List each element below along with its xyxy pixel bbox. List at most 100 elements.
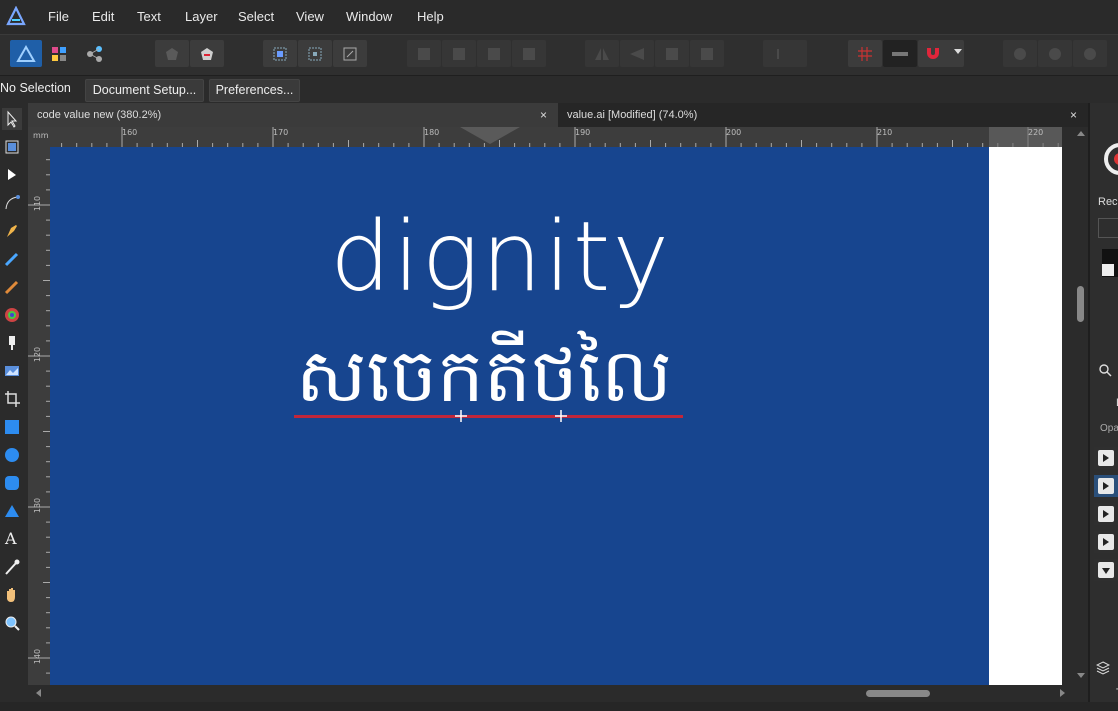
menu-text[interactable]: Text [137, 9, 161, 24]
pencil-tool[interactable] [2, 248, 22, 270]
align-dropdown-button[interactable] [763, 40, 807, 67]
bounding-box-icon [273, 47, 287, 60]
node-handle-icon[interactable] [554, 409, 568, 423]
scroll-down-arrow-icon[interactable] [1077, 673, 1085, 678]
fill-tool[interactable] [2, 304, 22, 326]
node-handle-icon[interactable] [454, 409, 468, 423]
crop-tool[interactable] [2, 388, 22, 410]
menu-view[interactable]: View [296, 9, 324, 24]
vertical-scrollbar[interactable] [1074, 127, 1088, 685]
export-persona-button[interactable] [82, 40, 108, 67]
vertical-ruler[interactable]: 110 120 130 140 [28, 147, 50, 685]
artistic-text-tool[interactable]: A [2, 528, 22, 550]
pen-tool[interactable] [2, 220, 22, 242]
color-wheel-icon[interactable] [1102, 137, 1118, 183]
layer-row[interactable] [1094, 503, 1118, 525]
send-backward-icon [453, 47, 465, 60]
menu-edit[interactable]: Edit [92, 9, 114, 24]
fill-swatch[interactable] [1102, 264, 1114, 276]
vector-brush-tool[interactable] [2, 276, 22, 298]
arrange-backward-button[interactable] [442, 40, 476, 67]
arrange-back-button[interactable] [407, 40, 441, 67]
menu-window[interactable]: Window [346, 9, 392, 24]
ellipse-tool[interactable] [2, 444, 22, 466]
flood-fill-button[interactable] [155, 40, 189, 67]
boolean-intersect-button[interactable] [1073, 40, 1107, 67]
layer-row[interactable] [1094, 531, 1118, 553]
artboard-tool[interactable] [2, 136, 22, 158]
pixel-persona-button[interactable] [46, 40, 72, 67]
play-arrow-icon [1103, 482, 1109, 490]
khmer-text[interactable]: សចេកតីថលៃ [296, 339, 672, 413]
document-canvas[interactable]: dignity សចេកតីថលៃ [50, 147, 1062, 685]
ruler-corner[interactable]: mm [28, 127, 50, 147]
logo-swatch-icon[interactable] [1098, 218, 1118, 238]
move-tool[interactable] [2, 108, 22, 130]
zoom-tool[interactable] [2, 612, 22, 634]
arrange-forward-button[interactable] [477, 40, 511, 67]
english-text[interactable]: dignity [330, 209, 671, 305]
preferences-button[interactable]: Preferences... [209, 79, 300, 102]
horizontal-ruler[interactable]: 160 170 180 190 200 210 220 [28, 127, 1062, 147]
affinity-logo-icon[interactable] [6, 6, 26, 26]
menu-file[interactable]: File [48, 9, 69, 24]
node-pointer-icon [8, 169, 16, 180]
document-setup-button[interactable]: Document Setup... [85, 79, 204, 102]
flip-horizontal-icon [595, 47, 609, 60]
boolean-add-icon [1014, 47, 1026, 60]
menu-help[interactable]: Help [417, 9, 444, 24]
boolean-intersect-icon [1084, 47, 1096, 60]
ruler-label-130: 130 [33, 497, 43, 514]
place-image-tool[interactable] [2, 360, 22, 382]
color-picker-tool[interactable] [2, 556, 22, 578]
ruler-unit: mm [33, 131, 49, 140]
corner-tool[interactable] [2, 192, 22, 214]
rotate-right-button[interactable] [690, 40, 724, 67]
scroll-up-arrow-icon[interactable] [1077, 131, 1085, 136]
ruler-label-190: 190 [575, 128, 591, 137]
search-icon[interactable] [1098, 363, 1112, 377]
boolean-subtract-button[interactable] [1038, 40, 1072, 67]
scroll-right-arrow-icon[interactable] [1060, 689, 1065, 697]
tab-code-value-new[interactable]: code value new (380.2%) × [28, 103, 558, 127]
layer-row[interactable] [1094, 447, 1118, 469]
select-objects-button[interactable] [333, 40, 367, 67]
hand-icon [7, 588, 15, 602]
node-tool[interactable] [2, 164, 22, 186]
layers-stack-icon[interactable] [1096, 661, 1110, 675]
close-icon[interactable]: × [1070, 103, 1077, 127]
assistant-button[interactable] [190, 40, 224, 67]
close-icon[interactable]: × [540, 103, 547, 127]
pixel-align-button[interactable] [883, 40, 917, 67]
rotate-left-button[interactable] [655, 40, 689, 67]
grid-icon [858, 46, 872, 61]
scroll-left-arrow-icon[interactable] [36, 689, 41, 697]
menu-select[interactable]: Select [238, 9, 274, 24]
rectangle-tool[interactable] [2, 416, 22, 438]
text-underline[interactable] [294, 415, 683, 418]
artboard[interactable]: dignity សចេកតីថលៃ [50, 147, 989, 685]
play-arrow-icon [1103, 454, 1109, 462]
horizontal-scrollbar[interactable] [28, 685, 1074, 702]
flip-vertical-button[interactable] [620, 40, 654, 67]
arrange-front-button[interactable] [512, 40, 546, 67]
transparency-tool[interactable] [2, 332, 22, 354]
assistant-icon [201, 47, 213, 60]
vertical-scroll-thumb[interactable] [1077, 286, 1084, 322]
view-tool[interactable] [2, 584, 22, 606]
rounded-rectangle-tool[interactable] [2, 472, 22, 494]
menu-layer[interactable]: Layer [185, 9, 218, 24]
flip-horizontal-button[interactable] [585, 40, 619, 67]
tab-value-ai[interactable]: value.ai [Modified] (74.0%) × [558, 103, 1088, 127]
triangle-tool[interactable] [2, 500, 22, 522]
select-bounds-button[interactable] [298, 40, 332, 67]
transform-origin-button[interactable] [263, 40, 297, 67]
horizontal-scroll-thumb[interactable] [866, 690, 930, 697]
layer-row[interactable] [1094, 475, 1118, 497]
snap-grid-button[interactable] [848, 40, 882, 67]
snapping-button[interactable] [918, 40, 964, 67]
boolean-add-button[interactable] [1003, 40, 1037, 67]
flip-vertical-icon [630, 47, 644, 60]
layer-row[interactable] [1094, 559, 1118, 581]
designer-persona-button[interactable] [10, 40, 42, 67]
